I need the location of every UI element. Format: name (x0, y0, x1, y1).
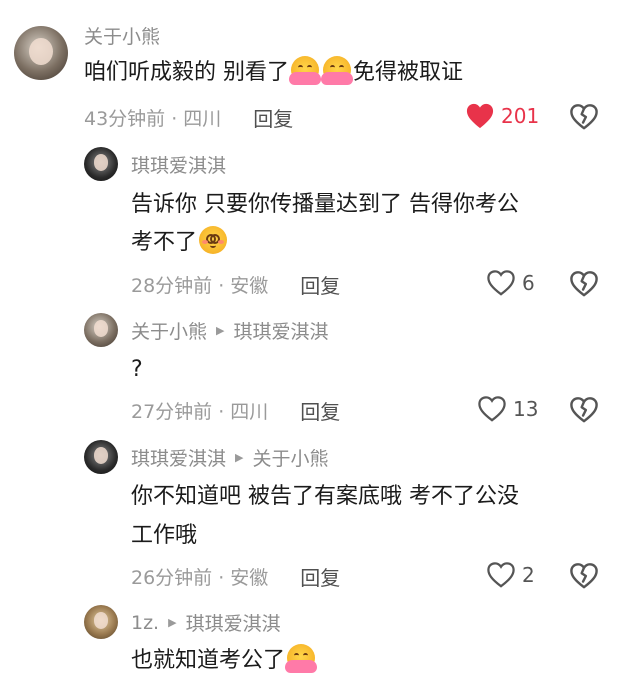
username[interactable]: 琪琪爱淇淇 (131, 151, 226, 178)
reply-to-username[interactable]: 琪琪爱淇淇 (233, 317, 328, 344)
hugging-face-emoji (285, 644, 318, 673)
comment-text-part: 咱们听成毅的 别看了 (84, 60, 289, 85)
comment-text-line: 考不了 (131, 224, 229, 262)
like-count: 6 (522, 271, 535, 295)
username[interactable]: 关于小熊 (84, 22, 160, 49)
comment-text-line: 你不知道吧 被告了有案底哦 考不了公没 (131, 484, 519, 509)
like-count: 2 (522, 563, 535, 587)
hugging-face-emoji (289, 56, 321, 85)
comment-username-row: 琪琪爱淇淇 ▶ 关于小熊 (131, 444, 329, 471)
broken-heart-icon[interactable] (569, 270, 599, 298)
comment-text: ? (131, 357, 143, 382)
reply-to-username[interactable]: 关于小熊 (252, 444, 328, 471)
broken-heart-icon[interactable] (569, 396, 599, 424)
reply-to-username[interactable]: 琪琪爱淇淇 (186, 609, 281, 636)
triangle-right-icon: ▶ (168, 616, 177, 629)
time-location: 27分钟前 · 四川 (131, 401, 269, 423)
avatar[interactable] (84, 605, 118, 639)
comment-text-part: 免得被取证 (353, 60, 464, 85)
time-location: 26分钟前 · 安徽 (131, 567, 269, 589)
comment-meta: 27分钟前 · 四川 回复 (131, 396, 340, 425)
comment-text: 也就知道考公了 (131, 642, 318, 680)
reply-button[interactable]: 回复 (300, 396, 340, 425)
comment-meta: 43分钟前 · 四川 回复 (84, 103, 293, 132)
username[interactable]: 关于小熊 (131, 317, 207, 344)
avatar[interactable] (84, 147, 118, 181)
comment-username-row: 1z. ▶ 琪琪爱淇淇 (131, 609, 281, 636)
hugging-face-emoji (321, 56, 353, 85)
username[interactable]: 琪琪爱淇淇 (131, 444, 226, 471)
avatar[interactable] (14, 26, 68, 80)
comment-text-part: 考不了 (131, 230, 198, 255)
comment-username-row: 琪琪爱淇淇 (131, 151, 226, 178)
triangle-right-icon: ▶ (216, 324, 225, 337)
comment-meta: 26分钟前 · 安徽 回复 (131, 562, 340, 591)
like-button[interactable]: 6 (486, 269, 535, 297)
triangle-right-icon: ▶ (235, 451, 244, 464)
avatar[interactable] (84, 313, 118, 347)
comment-text-line: 工作哦 (131, 523, 198, 548)
comment-username-row: 关于小熊 (84, 22, 160, 49)
comment-text-part: 也就知道考公了 (131, 648, 286, 673)
time-location: 43分钟前 · 四川 (84, 108, 222, 130)
reply-button[interactable]: 回复 (253, 103, 293, 132)
time-location: 28分钟前 · 安徽 (131, 275, 269, 297)
heart-icon (487, 562, 515, 588)
like-button[interactable]: 201 (465, 102, 539, 130)
avatar[interactable] (84, 440, 118, 474)
heart-icon (487, 270, 515, 296)
comment-username-row: 关于小熊 ▶ 琪琪爱淇淇 (131, 317, 329, 344)
heart-icon (478, 396, 506, 422)
like-count: 13 (513, 397, 539, 421)
comment-meta: 28分钟前 · 安徽 回复 (131, 270, 340, 299)
broken-heart-icon[interactable] (569, 562, 599, 590)
like-count: 201 (501, 104, 540, 128)
heart-icon (466, 103, 494, 129)
comment-text: 咱们听成毅的 别看了 免得被取证 (84, 54, 463, 92)
broken-heart-icon[interactable] (569, 103, 599, 131)
smiling-face-emoji (199, 226, 228, 254)
reply-button[interactable]: 回复 (300, 270, 340, 299)
reply-button[interactable]: 回复 (300, 562, 340, 591)
like-button[interactable]: 13 (477, 395, 538, 423)
username[interactable]: 1z. (131, 612, 159, 634)
comment-text-line: 告诉你 只要你传播量达到了 告得你考公 (131, 192, 519, 217)
like-button[interactable]: 2 (486, 561, 535, 589)
